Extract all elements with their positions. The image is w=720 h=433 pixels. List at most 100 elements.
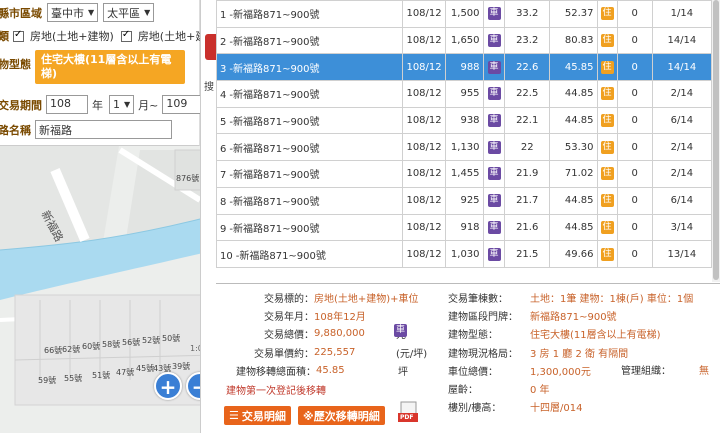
cell-residential-icon: 住: [596, 0, 618, 28]
address-text: -新福路871~900號: [235, 250, 326, 262]
pdf-icon[interactable]: PDF: [398, 401, 420, 423]
address-text: -新福路871~900號: [229, 170, 320, 182]
table-row[interactable]: 9 -新福路871~900號 108/12 918 車 21.6 44.85 住 0 3/14: [215, 213, 713, 242]
cell-area: 22.5: [504, 80, 550, 108]
cell-date: 108/12: [402, 213, 446, 242]
detail-label: 交易單價約：: [254, 348, 314, 360]
detail-label: 交易標的：: [264, 293, 314, 305]
cell-area: 33.2: [504, 0, 550, 28]
month-from-select[interactable]: 1 ▼: [109, 95, 135, 114]
cell-floor: 2/14: [651, 133, 713, 162]
detail-unit: 坪: [398, 366, 408, 378]
cell-unit-price: 44.85: [548, 80, 598, 108]
cell-count: 0: [616, 106, 653, 135]
table-row[interactable]: 6 -新福路871~900號 108/12 1,130 車 22 53.30 住 0 2/14: [215, 133, 713, 162]
cell-price: 955: [444, 80, 484, 108]
detail-value: 十四層/014: [530, 403, 583, 415]
building-type-select[interactable]: 住宅大樓(11層含以上有電梯): [35, 50, 185, 84]
cell-unit-price: 53.30: [548, 133, 598, 162]
checkbox-type-1[interactable]: [13, 29, 24, 42]
transaction-detail-button[interactable]: ☰ 交易明細: [224, 406, 291, 425]
results-scrollbar[interactable]: [712, 0, 720, 282]
residential-icon: 住: [600, 220, 614, 234]
cell-date: 108/12: [402, 186, 446, 215]
year-to-input[interactable]: 109: [162, 95, 203, 114]
cell-price: 925: [444, 186, 484, 215]
car-icon: 車: [487, 60, 501, 74]
cell-floor: 2/14: [651, 80, 713, 108]
cell-car-icon: 車: [482, 106, 506, 135]
cell-floor: 1/14: [651, 0, 713, 28]
map-house-number: 876號: [176, 174, 200, 183]
cell-address: 10 -新福路871~900號: [215, 240, 404, 268]
residential-icon: 住: [600, 60, 614, 74]
detail-row: 建物移轉總面積： 45.85 坪: [222, 361, 431, 379]
cell-unit-price: 45.85: [548, 53, 598, 82]
type-option-label: 房地(土地+建物): [30, 30, 114, 43]
cell-address: 7 -新福路871~900號: [215, 160, 404, 188]
detail-row: 屋齡： 0 年: [448, 379, 693, 397]
cell-count: 0: [616, 240, 653, 268]
year-from-input[interactable]: 108: [46, 95, 88, 114]
detail-label: 車位總價：: [448, 366, 498, 378]
detail-unit: (元/坪): [396, 348, 428, 360]
map-house-number: 47號: [116, 368, 135, 377]
map-house-number: 60號: [82, 342, 101, 351]
cell-floor: 14/14: [651, 26, 713, 55]
cell-car-icon: 車: [482, 186, 506, 215]
address-text: -新福路871~900號: [229, 197, 320, 209]
search-panel: 縣市區域 臺中市 ▼ 太平區 ▼ 類 房地(土地+建物) 房地(土地+建 物型態…: [0, 0, 206, 146]
cell-date: 108/12: [402, 80, 446, 108]
car-icon: 車: [487, 7, 501, 21]
cell-floor: 6/14: [651, 106, 713, 135]
detail-value: 108年12月: [314, 311, 366, 323]
cell-count: 0: [616, 53, 653, 82]
cell-residential-icon: 住: [596, 213, 618, 242]
row-number: 10: [220, 250, 233, 262]
map-house-number: 62號: [62, 345, 81, 354]
panel-divider[interactable]: 搜: [200, 0, 219, 433]
cell-unit-price: 44.85: [548, 213, 598, 242]
row-number: 6: [220, 143, 227, 155]
residential-icon: 住: [600, 194, 614, 208]
checkbox-type-2[interactable]: [120, 29, 132, 42]
detail-row: 交易標的： 房地(土地+建物)+車位: [222, 288, 431, 306]
table-row[interactable]: 8 -新福路871~900號 108/12 925 車 21.7 44.85 住 0 6/14: [215, 186, 713, 215]
cell-price: 938: [444, 106, 484, 135]
district-select[interactable]: 太平區 ▼: [103, 3, 155, 22]
cell-floor: 2/14: [651, 160, 713, 188]
detail-label: 建物型態：: [448, 330, 498, 342]
cell-address: 1 -新福路871~900號: [215, 0, 404, 28]
detail-row: 建物型態： 住宅大樓(11層含以上有電梯): [448, 325, 693, 343]
cell-area: 21.7: [504, 186, 550, 215]
table-row[interactable]: 5 -新福路871~900號 108/12 938 車 22.1 44.85 住 0 6/14: [215, 106, 713, 135]
building-label: 物型態: [0, 58, 31, 71]
cell-price: 1,500: [444, 0, 484, 28]
address-text: -新福路871~900號: [229, 143, 320, 155]
map-house-number: 56號: [122, 338, 141, 347]
table-row[interactable]: 2 -新福路871~900號 108/12 1,650 車 23.2 80.83 住 0 14/1…: [215, 26, 713, 55]
city-select[interactable]: 臺中市 ▼: [47, 3, 99, 22]
road-input[interactable]: 新福路: [35, 120, 172, 139]
cell-floor: 6/14: [651, 186, 713, 215]
cell-date: 108/12: [402, 160, 446, 188]
detail-value: 3 房 1 廳 2 衛 有隔間: [530, 348, 629, 360]
table-row[interactable]: 10 -新福路871~900號 108/12 1,030 車 21.5 49.66 住 0 13/…: [215, 240, 713, 268]
row-number: 1: [220, 10, 227, 22]
cell-area: 22: [504, 133, 550, 162]
cell-car-icon: 車: [482, 213, 506, 242]
table-row[interactable]: 7 -新福路871~900號 108/12 1,455 車 21.9 71.02 住 0 2/14: [215, 160, 713, 188]
cell-date: 108/12: [402, 0, 446, 28]
table-row[interactable]: 4 -新福路871~900號 108/12 955 車 22.5 44.85 住 0 2/14: [215, 80, 713, 108]
cell-address: 3 -新福路871~900號: [215, 53, 404, 82]
map-house-number: 66號: [44, 346, 63, 355]
transfer-history-button[interactable]: ※歷次移轉明細: [298, 406, 385, 425]
address-text: -新福路871~900號: [229, 223, 320, 235]
cell-unit-price: 80.83: [548, 26, 598, 55]
zoom-in-button[interactable]: +: [154, 372, 182, 400]
table-row[interactable]: 3 -新福路871~900號 108/12 988 車 22.6 45.85 住 0 14/14: [215, 53, 713, 82]
table-row[interactable]: 1 -新福路871~900號 108/12 1,500 車 33.2 52.37 住 0 1/14: [215, 0, 713, 28]
row-number: 5: [220, 117, 227, 129]
zoom-in-icon: +: [159, 375, 177, 399]
cell-residential-icon: 住: [596, 53, 618, 82]
